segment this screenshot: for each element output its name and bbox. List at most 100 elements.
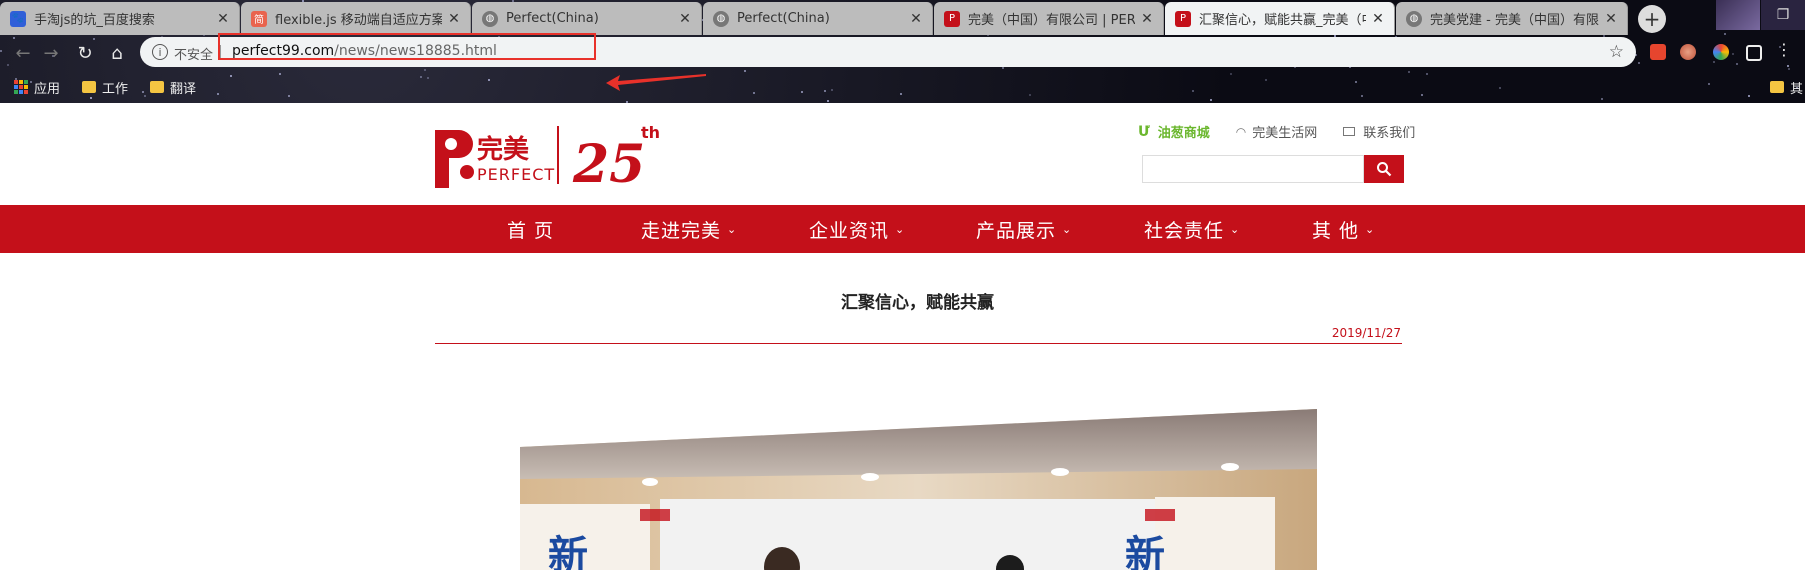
search-icon bbox=[1377, 162, 1392, 177]
forward-icon[interactable]: → bbox=[40, 42, 62, 64]
chevron-down-icon: ⌄ bbox=[1230, 222, 1241, 236]
window-restore-button[interactable]: ❐ bbox=[1761, 0, 1805, 30]
tab-title: 完美（中国）有限公司 | PERFE bbox=[968, 13, 1135, 28]
photo-banner-text-right: 新 bbox=[1125, 533, 1165, 570]
close-tab-icon[interactable]: ✕ bbox=[1139, 11, 1155, 27]
top-link-label: 油葱商城 bbox=[1157, 126, 1210, 141]
globe-icon: ◍ bbox=[713, 10, 729, 27]
nav-label: 首 页 bbox=[507, 219, 555, 242]
top-link-label: 联系我们 bbox=[1363, 126, 1416, 141]
new-tab-button[interactable]: + bbox=[1638, 5, 1666, 33]
info-icon[interactable]: i bbox=[152, 44, 168, 60]
nav-csr[interactable]: 社会责任 ⌄ bbox=[1144, 205, 1240, 253]
chevron-down-icon: ⌄ bbox=[895, 222, 906, 236]
nav-label: 其 他 bbox=[1312, 219, 1360, 242]
article-title: 汇聚信心，赋能共赢 bbox=[841, 293, 994, 313]
close-tab-icon[interactable]: ✕ bbox=[1370, 11, 1386, 27]
tab-title: flexible.js 移动端自适应方案 - bbox=[275, 13, 442, 28]
browser-tab[interactable]: ◍ Perfect(China) ✕ bbox=[703, 2, 933, 35]
bookmark-star-icon[interactable]: ☆ bbox=[1609, 42, 1624, 62]
url-host: perfect99.com bbox=[232, 43, 335, 59]
browser-tab[interactable]: 简 flexible.js 移动端自适应方案 - ✕ bbox=[241, 2, 471, 35]
bookmark-apps[interactable]: 应用 bbox=[14, 78, 60, 97]
home-icon[interactable]: ⌂ bbox=[106, 42, 128, 64]
window-minimize-area[interactable] bbox=[1716, 0, 1760, 30]
top-link-label: 完美生活网 bbox=[1252, 126, 1318, 141]
bookmark-folder-work[interactable]: 工作 bbox=[82, 78, 128, 97]
chevron-down-icon: ⌄ bbox=[727, 222, 738, 236]
tab-strip: 🐾 手淘js的坑_百度搜索 ✕ 简 flexible.js 移动端自适应方案 -… bbox=[0, 0, 1805, 35]
wifi-icon: ◠ bbox=[1235, 124, 1247, 139]
logo-anniversary-number: 25 bbox=[572, 134, 645, 195]
browser-tab[interactable]: ◍ Perfect(China) ✕ bbox=[472, 2, 702, 35]
browser-tab[interactable]: ◍ 完美党建 - 完美（中国）有限公 ✕ bbox=[1396, 2, 1628, 35]
close-tab-icon[interactable]: ✕ bbox=[677, 11, 693, 27]
color-picker-extension-icon[interactable] bbox=[1713, 44, 1729, 60]
translate-extension-icon[interactable] bbox=[1650, 44, 1666, 60]
extension-icon[interactable] bbox=[1680, 44, 1696, 60]
bookmark-folder-other[interactable]: 其 bbox=[1770, 78, 1803, 97]
url-text[interactable]: perfect99.com/news/news18885.html bbox=[232, 43, 497, 59]
reload-icon[interactable]: ↻ bbox=[74, 42, 96, 64]
close-tab-icon[interactable]: ✕ bbox=[446, 11, 462, 27]
globe-icon: ◍ bbox=[1406, 10, 1422, 27]
nav-news[interactable]: 企业资讯 ⌄ bbox=[809, 205, 905, 253]
site-search-input[interactable] bbox=[1142, 155, 1364, 183]
folder-icon bbox=[82, 81, 97, 93]
extension-square-icon[interactable] bbox=[1746, 45, 1762, 61]
article-photo: 新 新 bbox=[520, 409, 1317, 570]
back-icon[interactable]: ← bbox=[12, 42, 34, 64]
tab-title: 完美党建 - 完美（中国）有限公 bbox=[1430, 13, 1599, 28]
insecure-label: 不安全 bbox=[174, 48, 214, 63]
browser-tab-active[interactable]: P 汇聚信心，赋能共赢_完美（中 ✕ bbox=[1165, 2, 1395, 35]
browser-chrome: 🐾 手淘js的坑_百度搜索 ✕ 简 flexible.js 移动端自适应方案 -… bbox=[0, 0, 1805, 103]
top-links: Ư 油葱商城 ◠ 完美生活网 联系我们 bbox=[1138, 122, 1415, 142]
photo-banner-text-left: 新 bbox=[548, 533, 588, 570]
top-link-contact[interactable]: 联系我们 bbox=[1343, 122, 1415, 141]
top-link-mall[interactable]: Ư 油葱商城 bbox=[1138, 122, 1210, 142]
nav-label: 产品展示 bbox=[976, 219, 1057, 242]
nav-other[interactable]: 其 他 ⌄ bbox=[1312, 205, 1375, 253]
article-date: 2019/11/27 bbox=[1331, 326, 1401, 340]
browser-toolbar: ← → ↻ ⌂ i 不安全 perfect99.com/news/news188… bbox=[0, 33, 1805, 91]
perfect-icon: P bbox=[944, 10, 960, 27]
bookmark-label: 翻译 bbox=[170, 81, 197, 97]
browser-tab[interactable]: P 完美（中国）有限公司 | PERFE ✕ bbox=[934, 2, 1164, 35]
perfect-icon: P bbox=[1175, 10, 1191, 27]
address-bar[interactable]: i 不安全 perfect99.com/news/news18885.html … bbox=[140, 33, 1636, 67]
bookmark-label: 工作 bbox=[102, 81, 129, 97]
logo-en-text: PERFECT bbox=[477, 165, 555, 184]
page-content: 完美 PERFECT 25 th Ư 油葱商城 ◠ 完美生活网 联系我们 首 页… bbox=[0, 103, 1805, 570]
site-search-button[interactable] bbox=[1364, 155, 1404, 183]
nav-about[interactable]: 走进完美 ⌄ bbox=[641, 205, 737, 253]
logo-anniversary-suffix: th bbox=[641, 123, 660, 142]
bookmarks-bar: 应用 工作 翻译 其 bbox=[0, 71, 1805, 103]
site-header: 完美 PERFECT 25 th Ư 油葱商城 ◠ 完美生活网 联系我们 bbox=[0, 103, 1805, 205]
nav-label: 企业资讯 bbox=[809, 219, 890, 242]
close-tab-icon[interactable]: ✕ bbox=[908, 11, 924, 27]
folder-icon bbox=[150, 81, 165, 93]
tab-title: 汇聚信心，赋能共赢_完美（中 bbox=[1199, 13, 1366, 28]
chevron-down-icon: ⌄ bbox=[1062, 222, 1073, 236]
apps-grid-icon bbox=[14, 80, 28, 94]
bookmark-label: 应用 bbox=[34, 81, 61, 97]
tab-title: Perfect(China) bbox=[506, 11, 599, 26]
mail-icon bbox=[1343, 127, 1356, 136]
globe-icon: ◍ bbox=[482, 10, 498, 27]
main-nav: 首 页 走进完美 ⌄ 企业资讯 ⌄ 产品展示 ⌄ 社会责任 ⌄ 其 他 ⌄ bbox=[0, 205, 1805, 253]
baidu-icon: 🐾 bbox=[10, 10, 26, 27]
logo-cn-text: 完美 bbox=[477, 134, 529, 165]
close-tab-icon[interactable]: ✕ bbox=[1603, 11, 1619, 27]
tab-title: 手淘js的坑_百度搜索 bbox=[34, 13, 155, 28]
menu-kebab-icon[interactable]: ⋮ bbox=[1776, 40, 1792, 59]
folder-icon bbox=[1770, 81, 1784, 93]
browser-tab[interactable]: 🐾 手淘js的坑_百度搜索 ✕ bbox=[0, 2, 240, 35]
url-path: /news/news18885.html bbox=[334, 43, 497, 59]
close-tab-icon[interactable]: ✕ bbox=[215, 11, 231, 27]
nav-products[interactable]: 产品展示 ⌄ bbox=[976, 205, 1072, 253]
perfect-25th-logo[interactable]: 完美 PERFECT 25 th bbox=[433, 120, 663, 200]
bookmark-folder-translate[interactable]: 翻译 bbox=[150, 78, 196, 97]
nav-home[interactable]: 首 页 bbox=[507, 205, 554, 253]
shop-icon: Ư bbox=[1138, 123, 1150, 140]
top-link-life[interactable]: ◠ 完美生活网 bbox=[1235, 122, 1318, 142]
